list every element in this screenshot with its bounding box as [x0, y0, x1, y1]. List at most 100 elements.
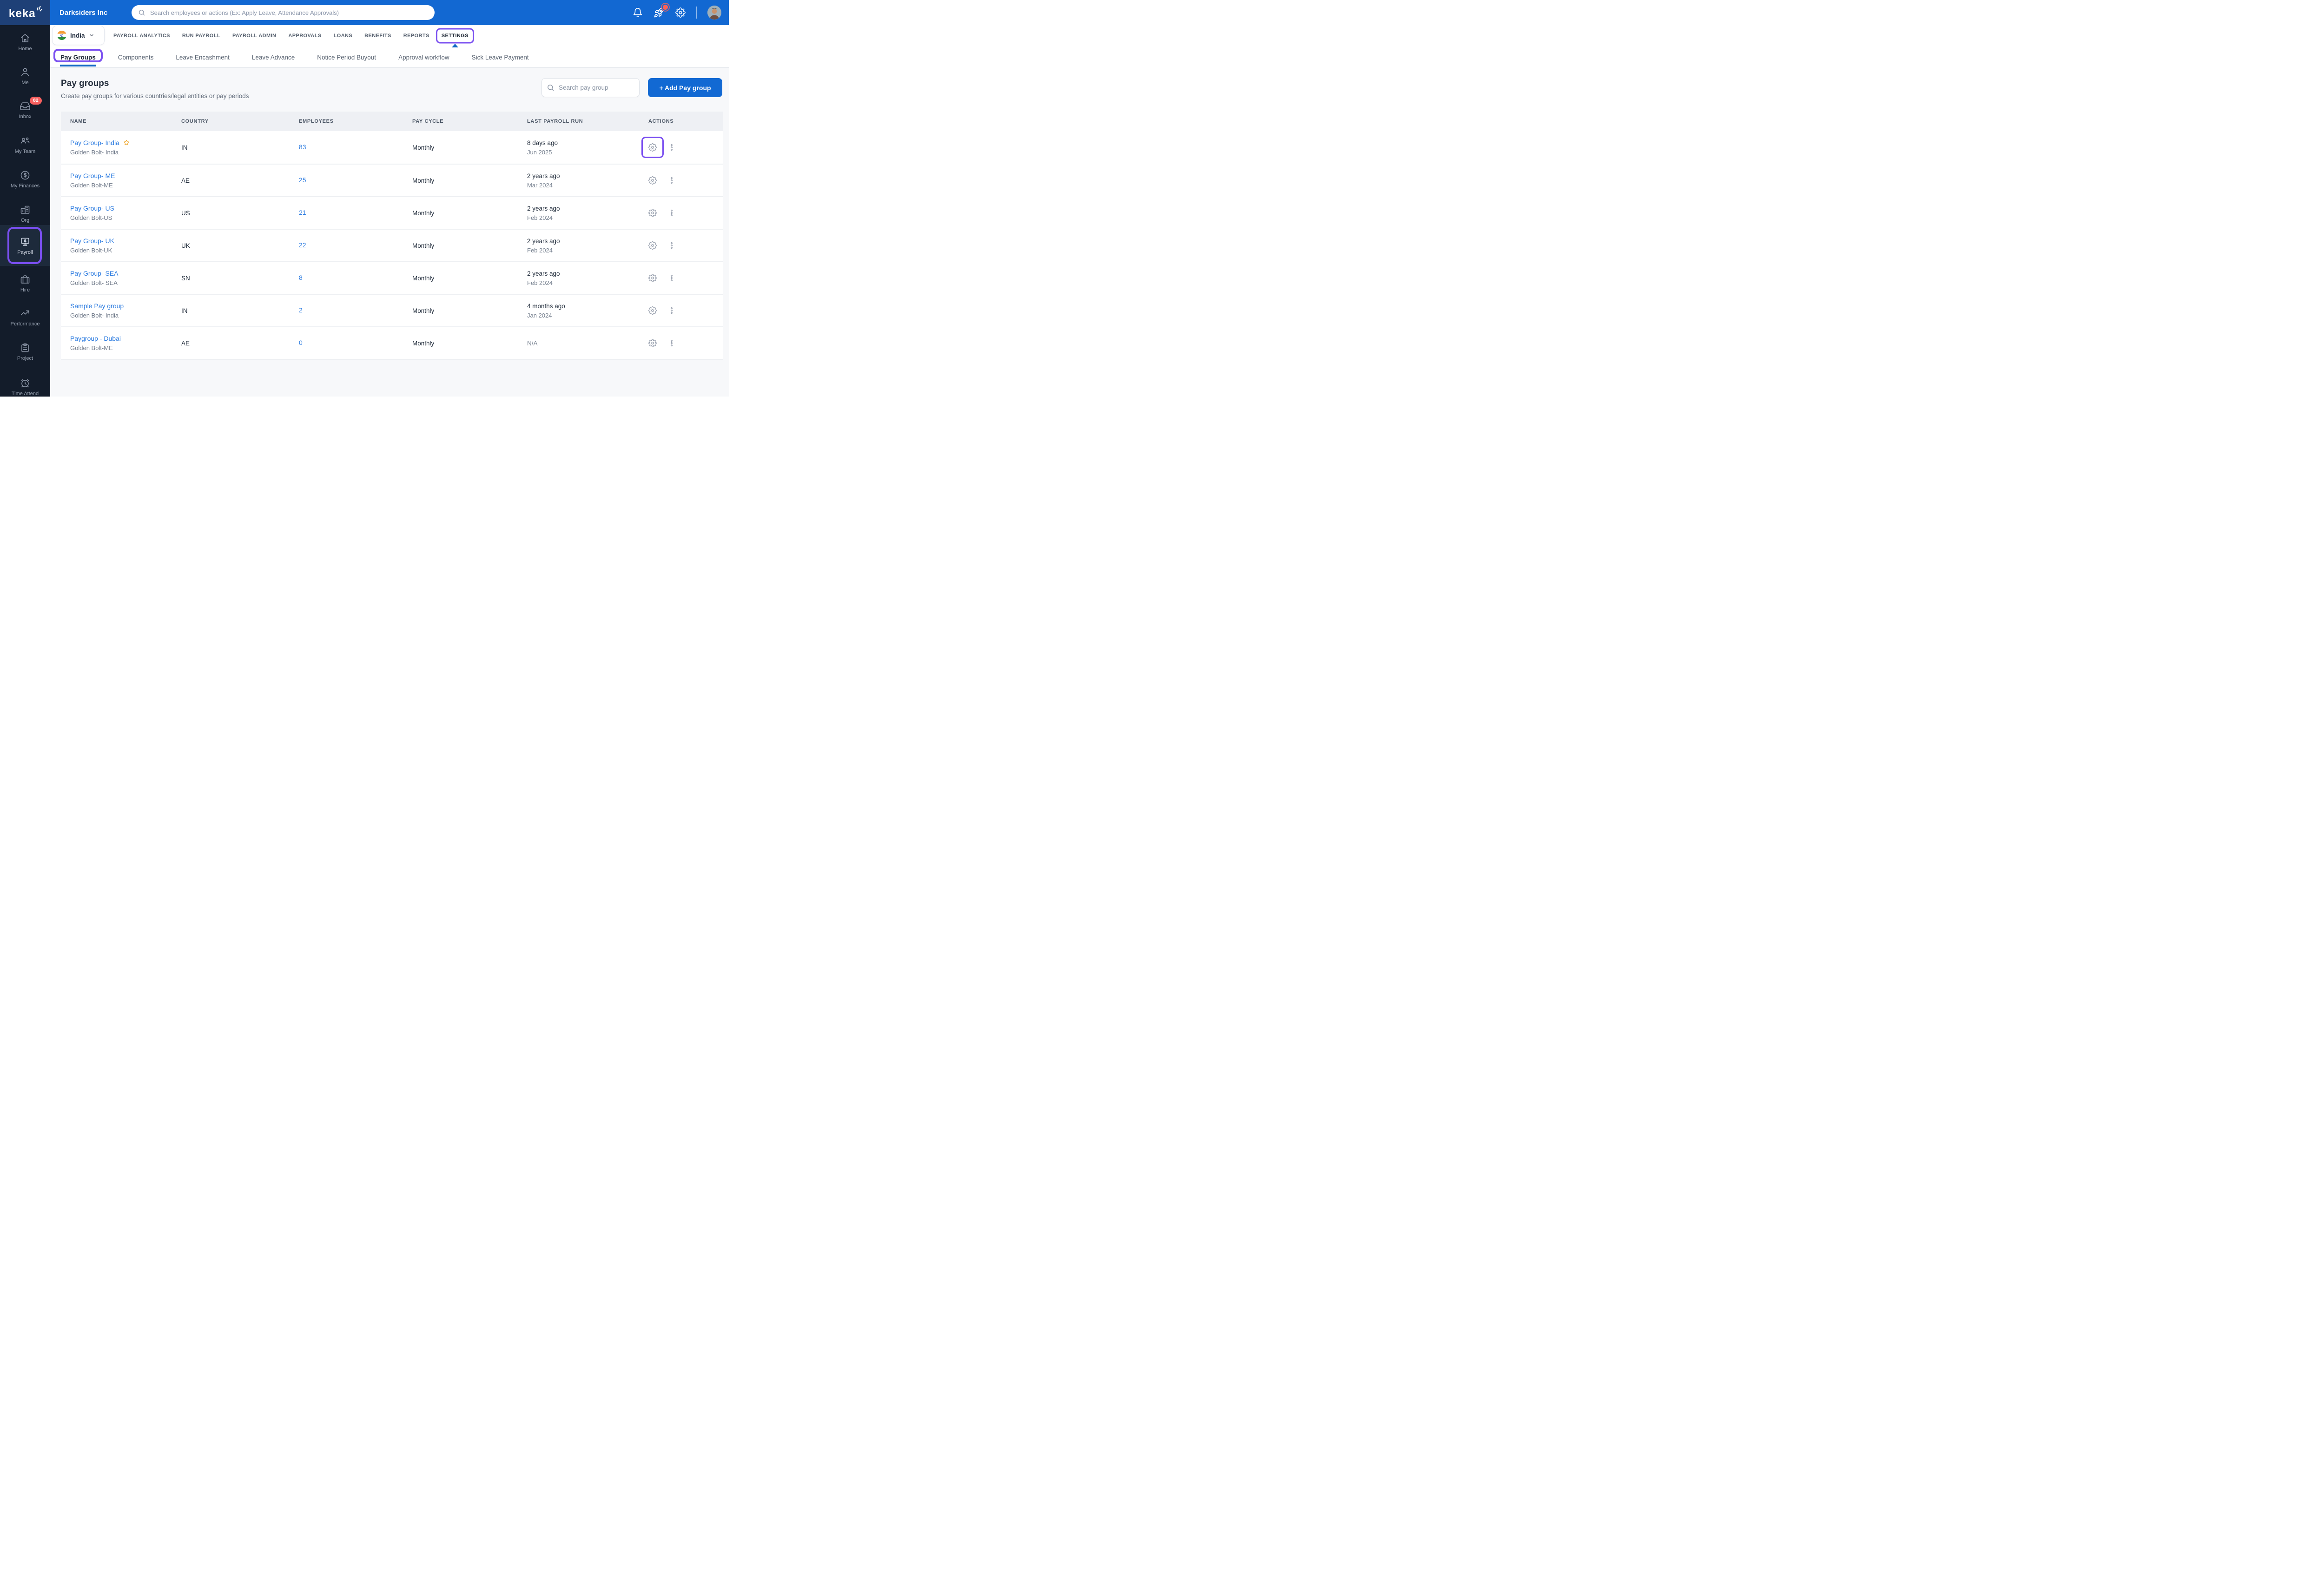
row-more-menu-icon[interactable]	[668, 339, 675, 347]
notifications-bell-icon[interactable]	[633, 7, 643, 18]
pay-cycle-cell: Monthly	[412, 242, 527, 249]
sidebar-item-label: Project	[0, 356, 50, 361]
employees-count-link[interactable]: 22	[299, 241, 306, 249]
column-header-name: NAME	[61, 119, 181, 124]
company-name: Darksiders Inc	[59, 0, 107, 25]
add-pay-group-button[interactable]: + Add Pay group	[648, 78, 722, 97]
table-row: Sample Pay group Golden Bolt- India IN 2…	[61, 294, 723, 326]
row-more-menu-icon[interactable]	[668, 242, 675, 249]
nav-item-reports[interactable]: REPORTS	[403, 25, 429, 46]
row-more-menu-icon[interactable]	[668, 177, 675, 184]
pay-group-link[interactable]: Pay Group- India	[70, 139, 119, 146]
tab-components[interactable]: Components	[118, 46, 154, 68]
last-payroll-run-cell: 2 years ago Feb 2024	[527, 270, 648, 286]
module-navbar: India PAYROLL ANALYTICS RUN PAYROLL PAYR…	[50, 25, 729, 68]
chevron-down-icon	[89, 33, 94, 38]
tab-sick-leave-payment[interactable]: Sick Leave Payment	[472, 46, 529, 68]
sidebar-item-label: Time Attend	[0, 391, 50, 397]
row-more-menu-icon[interactable]	[668, 144, 675, 151]
nav-item-run-payroll[interactable]: RUN PAYROLL	[182, 25, 220, 46]
users-icon	[0, 135, 50, 146]
name-cell: Pay Group- UK Golden Bolt-UK	[61, 237, 181, 254]
sidebar-item-my-team[interactable]: My Team	[0, 135, 50, 154]
row-settings-gear-icon[interactable]	[648, 176, 657, 185]
sidebar-item-me[interactable]: Me	[0, 66, 50, 86]
column-header-last-payroll-run: LAST PAYROLL RUN	[527, 119, 648, 124]
pay-group-link[interactable]: Pay Group- SEA	[70, 270, 119, 277]
employees-count-link[interactable]: 83	[299, 143, 306, 151]
tab-pay-groups[interactable]: Pay Groups	[60, 46, 96, 68]
pay-group-link[interactable]: Pay Group- US	[70, 205, 114, 212]
employees-count-link[interactable]: 2	[299, 306, 303, 314]
row-settings-gear-icon[interactable]	[648, 143, 657, 152]
employees-count-link[interactable]: 0	[299, 339, 303, 346]
nav-item-loans[interactable]: LOANS	[334, 25, 353, 46]
keka-logo-text: keka	[9, 8, 36, 20]
app-window: keka Darksiders Inc	[0, 0, 729, 397]
sidebar-item-label: My Finances	[0, 183, 50, 189]
page-title: Pay groups	[61, 79, 109, 89]
sidebar-item-my-finances[interactable]: My Finances	[0, 170, 50, 189]
sidebar-item-label: Me	[0, 80, 50, 86]
sidebar-item-label: Performance	[0, 321, 50, 327]
actions-cell	[648, 209, 723, 217]
column-header-employees: EMPLOYEES	[299, 119, 412, 124]
employees-count-link[interactable]: 8	[299, 274, 303, 281]
table-row: Paygroup - Dubai Golden Bolt-ME AE 0 Mon…	[61, 326, 723, 359]
row-settings-gear-icon[interactable]	[648, 241, 657, 250]
pay-group-link[interactable]: Sample Pay group	[70, 302, 124, 310]
country-cell: IN	[181, 144, 299, 151]
pay-group-link[interactable]: Pay Group- ME	[70, 172, 115, 179]
tab-leave-advance[interactable]: Leave Advance	[252, 46, 295, 68]
nav-item-benefits[interactable]: BENEFITS	[364, 25, 391, 46]
sidebar-item-label: Home	[0, 46, 50, 52]
sidebar-item-inbox[interactable]: 82 Inbox	[0, 100, 50, 119]
sidebar-item-hire[interactable]: Hire	[0, 274, 50, 293]
table-row: Pay Group- India Golden Bolt- India IN 8…	[61, 131, 723, 164]
favorite-star-icon[interactable]	[123, 139, 130, 146]
row-settings-gear-icon[interactable]	[648, 339, 657, 347]
legal-entity: Golden Bolt-UK	[70, 247, 181, 254]
sidebar-item-home[interactable]: Home	[0, 33, 50, 52]
region-label: India	[70, 32, 85, 39]
nav-item-payroll-admin[interactable]: PAYROLL ADMIN	[232, 25, 276, 46]
module-nav-items: PAYROLL ANALYTICS RUN PAYROLL PAYROLL AD…	[113, 25, 469, 46]
keka-logo[interactable]: keka	[0, 0, 50, 25]
table-row: Pay Group- ME Golden Bolt-ME AE 25 Month…	[61, 164, 723, 196]
legal-entity: Golden Bolt-ME	[70, 182, 181, 189]
whats-new-rocket-icon[interactable]	[654, 7, 665, 18]
region-selector[interactable]: India	[52, 26, 105, 45]
pay-groups-table: NAME COUNTRY EMPLOYEES PAY CYCLE LAST PA…	[61, 112, 723, 360]
nav-item-payroll-analytics[interactable]: PAYROLL ANALYTICS	[113, 25, 170, 46]
sidebar-item-time-attend[interactable]: Time Attend	[0, 377, 50, 397]
legal-entity: Golden Bolt- SEA	[70, 279, 181, 286]
pay-group-link[interactable]: Pay Group- UK	[70, 237, 114, 245]
pay-group-search-input[interactable]	[541, 78, 640, 97]
sidebar-item-label: Payroll	[0, 250, 50, 255]
row-more-menu-icon[interactable]	[668, 307, 675, 314]
employees-count-link[interactable]: 21	[299, 209, 306, 216]
global-search-input[interactable]	[132, 5, 435, 20]
row-more-menu-icon[interactable]	[668, 274, 675, 282]
tab-leave-encashment[interactable]: Leave Encashment	[176, 46, 230, 68]
user-avatar[interactable]	[707, 6, 721, 20]
tab-notice-period-buyout[interactable]: Notice Period Buyout	[317, 46, 376, 68]
row-settings-gear-icon[interactable]	[648, 274, 657, 282]
sidebar-item-org[interactable]: Org	[0, 204, 50, 223]
employees-count-link[interactable]: 25	[299, 176, 306, 184]
tab-approval-workflow[interactable]: Approval workflow	[398, 46, 449, 68]
row-settings-gear-icon[interactable]	[648, 306, 657, 315]
dollar-circle-icon	[0, 170, 50, 181]
sidebar-item-payroll[interactable]: Payroll	[0, 236, 50, 255]
last-run-relative: 2 years ago	[527, 270, 648, 277]
nav-item-settings[interactable]: SETTINGS	[442, 25, 469, 46]
nav-item-approvals[interactable]: APPROVALS	[288, 25, 321, 46]
country-cell: UK	[181, 242, 299, 249]
row-settings-gear-icon[interactable]	[648, 209, 657, 217]
sidebar-item-project[interactable]: Project	[0, 342, 50, 361]
settings-gear-icon[interactable]	[675, 7, 686, 18]
sidebar-item-performance[interactable]: Performance	[0, 308, 50, 327]
row-more-menu-icon[interactable]	[668, 209, 675, 217]
pay-group-link[interactable]: Paygroup - Dubai	[70, 335, 121, 342]
pay-cycle-cell: Monthly	[412, 307, 527, 314]
